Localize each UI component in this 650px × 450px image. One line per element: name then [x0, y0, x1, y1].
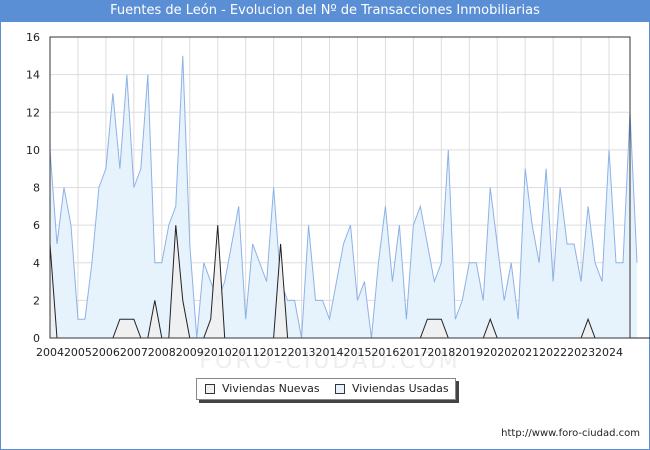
x-tick-label: 2004: [36, 346, 64, 359]
legend-label-usadas: Viviendas Usadas: [352, 382, 449, 395]
x-tick-label: 2011: [232, 346, 260, 359]
x-tick-label: 2018: [427, 346, 455, 359]
series-layer: [49, 55, 650, 339]
x-tick-label: 2010: [204, 346, 232, 359]
legend: Viviendas Nuevas Viviendas Usadas: [196, 378, 456, 400]
x-tick-label: 2007: [120, 346, 148, 359]
y-tick-label: 0: [33, 332, 40, 345]
x-tick-label: 2022: [539, 346, 567, 359]
x-tick-label: 2012: [260, 346, 288, 359]
y-tick-label: 10: [26, 144, 40, 157]
x-tick-label: 2017: [399, 346, 427, 359]
series-area-usadas: [50, 55, 637, 339]
x-tick-label: 2024: [595, 346, 623, 359]
y-tick-label: 4: [33, 257, 40, 270]
x-tick-label: 2016: [371, 346, 399, 359]
y-tick-label: 16: [26, 31, 40, 44]
legend-swatch-nuevas: [205, 384, 215, 394]
x-tick-label: 2005: [64, 346, 92, 359]
legend-label-nuevas: Viviendas Nuevas: [222, 382, 320, 395]
x-tick-label: 2006: [92, 346, 120, 359]
y-tick-label: 14: [26, 69, 40, 82]
x-tick-label: 2023: [567, 346, 595, 359]
y-tick-label: 12: [26, 106, 40, 119]
source-url: http://www.foro-ciudad.com: [501, 428, 640, 439]
x-tick-label: 2014: [316, 346, 344, 359]
x-tick-label: 2015: [343, 346, 371, 359]
x-tick-label: 2021: [511, 346, 539, 359]
x-tick-label: 2019: [455, 346, 483, 359]
legend-swatch-usadas: [335, 384, 345, 394]
x-tick-label: 2008: [148, 346, 176, 359]
x-tick-label: 2009: [176, 346, 204, 359]
y-tick-label: 6: [33, 219, 40, 232]
x-tick-label: 2020: [483, 346, 511, 359]
y-axis: 0 2 4 6 8 10 12 14 16: [26, 31, 40, 345]
y-tick-label: 2: [33, 294, 40, 307]
x-axis: 2004 2005 2006 2007 2008 2009 2010 2011 2012 2013…: [36, 346, 623, 359]
y-tick-label: 8: [33, 182, 40, 195]
x-tick-label: 2013: [288, 346, 316, 359]
